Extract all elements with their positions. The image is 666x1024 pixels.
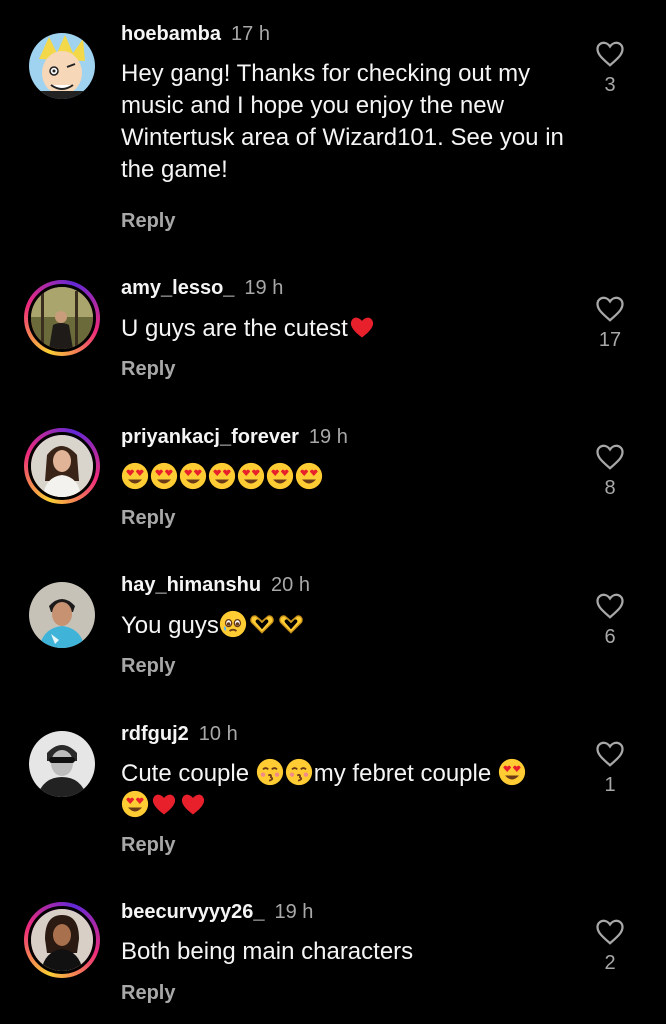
comment-meta: priyankacj_forever 19 h	[121, 425, 348, 449]
like-button[interactable]: 17	[590, 295, 630, 351]
avatar[interactable]	[24, 902, 100, 978]
like-button[interactable]: 6	[590, 592, 630, 648]
comment-text: Hey gang! Thanks for checking out my mus…	[121, 60, 564, 183]
heart-eyes-emoji	[121, 462, 149, 490]
comment-text-body: U guys are the cutest	[121, 315, 348, 342]
username[interactable]: hoebamba	[121, 23, 221, 45]
heart-hands-emoji	[248, 610, 276, 638]
comment-text-body: Cute couple	[121, 760, 250, 787]
avatar[interactable]	[24, 28, 100, 104]
reply-button[interactable]: Reply	[121, 654, 175, 678]
comment-meta: beecurvyyy26_ 19 h	[121, 900, 313, 924]
like-button[interactable]: 1	[590, 740, 630, 796]
like-button[interactable]: 2	[590, 918, 630, 974]
reply-button[interactable]: Reply	[121, 506, 175, 530]
photo-avatar-icon	[29, 582, 95, 648]
avatar[interactable]	[24, 280, 100, 356]
kissing-face-emoji	[256, 758, 284, 786]
timestamp: 19 h	[308, 426, 348, 448]
heart-eyes-emoji	[208, 462, 236, 490]
comment-text-body: my febret couple	[313, 760, 492, 787]
holding-back-tears-emoji	[219, 610, 247, 638]
heart-eyes-emoji	[121, 790, 149, 818]
photo-avatar-icon	[28, 432, 96, 500]
username[interactable]: rdfguj2	[121, 723, 189, 745]
username[interactable]: beecurvyyy26_	[121, 901, 264, 923]
heart-outline-icon	[596, 919, 624, 945]
comment-meta: hoebamba 17 h	[121, 22, 270, 46]
kissing-face-emoji	[285, 758, 313, 786]
comment-text-body: You guys	[121, 612, 219, 639]
heart-outline-icon	[596, 444, 624, 470]
comment-text: Cute couple my febret couple	[121, 758, 576, 822]
heart-outline-icon	[596, 593, 624, 619]
avatar[interactable]	[24, 577, 100, 653]
heart-outline-icon	[596, 41, 624, 67]
heart-hands-emoji	[277, 610, 305, 638]
comment-text: You guys	[121, 610, 576, 642]
avatar[interactable]	[24, 726, 100, 802]
username[interactable]: priyankacj_forever	[121, 426, 299, 448]
heart-eyes-emoji	[150, 462, 178, 490]
like-button[interactable]: 8	[590, 443, 630, 499]
timestamp: 17 h	[231, 23, 270, 45]
heart-eyes-emoji	[237, 462, 265, 490]
comment-meta: hay_himanshu 20 h	[121, 573, 310, 597]
heart-eyes-emoji	[266, 462, 294, 490]
reply-button[interactable]: Reply	[121, 357, 175, 381]
red-heart-emoji	[179, 790, 207, 818]
heart-eyes-emoji	[498, 758, 526, 786]
heart-outline-icon	[596, 741, 624, 767]
like-count: 8	[604, 477, 616, 499]
heart-eyes-emoji	[295, 462, 323, 490]
comment-text: U guys are the cutest	[121, 313, 576, 345]
cartoon-avatar-icon	[29, 33, 95, 99]
like-count: 17	[598, 329, 622, 351]
heart-outline-icon	[596, 296, 624, 322]
photo-avatar-icon	[28, 284, 96, 352]
red-heart-emoji	[348, 313, 376, 341]
username[interactable]: hay_himanshu	[121, 574, 261, 596]
photo-avatar-icon	[29, 731, 95, 797]
avatar[interactable]	[24, 428, 100, 504]
comment-text	[121, 462, 576, 494]
comment-meta: amy_lesso_ 19 h	[121, 276, 283, 300]
like-button[interactable]: 3	[590, 40, 630, 96]
timestamp: 19 h	[274, 901, 314, 923]
timestamp: 20 h	[271, 574, 310, 596]
timestamp: 10 h	[198, 723, 238, 745]
reply-button[interactable]: Reply	[121, 981, 175, 1005]
comment-text: Both being main characters	[121, 938, 414, 965]
heart-eyes-emoji	[179, 462, 207, 490]
timestamp: 19 h	[244, 277, 284, 299]
like-count: 3	[604, 74, 616, 96]
reply-button[interactable]: Reply	[121, 209, 175, 233]
like-count: 6	[604, 626, 616, 648]
reply-button[interactable]: Reply	[121, 833, 175, 857]
like-count: 2	[604, 952, 616, 974]
red-heart-emoji	[150, 790, 178, 818]
like-count: 1	[604, 774, 616, 796]
photo-avatar-icon	[28, 906, 96, 974]
username[interactable]: amy_lesso_	[121, 277, 234, 299]
comment-meta: rdfguj2 10 h	[121, 722, 238, 746]
